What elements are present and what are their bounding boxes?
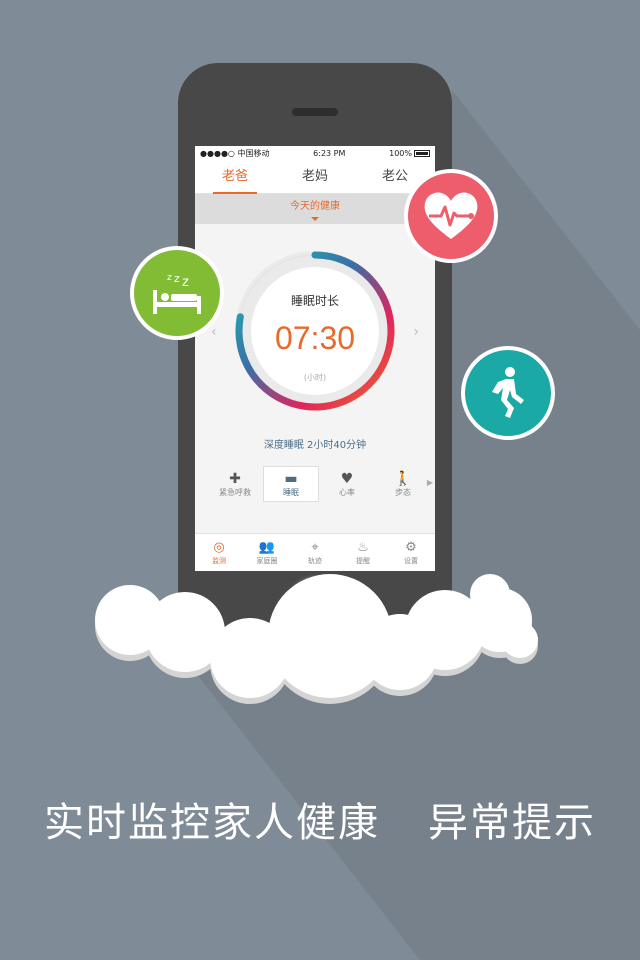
tab-label: 提醒 <box>356 556 370 565</box>
svg-text:z: z <box>182 275 189 290</box>
sleep-duration-value: 07:30 <box>274 320 356 356</box>
svg-text:z: z <box>167 273 172 283</box>
status-time: 6:23 PM <box>313 149 346 158</box>
tab-track[interactable]: ⌖ 轨迹 <box>291 534 339 571</box>
marketing-tagline: 实时监控家人健康 异常提示 <box>0 790 640 848</box>
reminder-icon: ♨ <box>357 539 369 555</box>
metric-gait[interactable]: 🚶 步态 <box>375 466 431 502</box>
gait-badge <box>461 346 555 440</box>
tab-label: 设置 <box>404 556 418 565</box>
tab-mom[interactable]: 老妈 <box>275 161 355 193</box>
tab-dad[interactable]: 老爸 <box>195 161 275 194</box>
sleep-badge: z z z <box>130 246 224 340</box>
metric-heart-rate[interactable]: ♥ 心率 <box>319 466 375 502</box>
tab-reminder[interactable]: ♨ 提醒 <box>339 534 387 571</box>
date-selector[interactable]: 今天的健康 <box>195 194 435 224</box>
metric-sleep[interactable]: ▬ 睡眠 <box>263 466 319 502</box>
family-icon: 👥 <box>258 539 276 555</box>
tab-family-circle[interactable]: 👥 家庭圈 <box>243 534 291 571</box>
battery-icon <box>414 150 430 157</box>
heart-pulse-icon <box>424 192 478 239</box>
metric-emergency[interactable]: ✚ 紧急呼救 <box>207 466 263 502</box>
status-bar: ●●●●○ 中国移动 6:23 PM 100% <box>195 146 435 161</box>
location-icon: ⌖ <box>311 539 319 555</box>
date-selector-label: 今天的健康 <box>290 201 340 212</box>
bed-zzz-icon: z z z <box>153 272 201 314</box>
dial-title: 睡眠时长 <box>290 294 339 308</box>
tagline-part1: 实时监控家人健康 <box>44 800 380 846</box>
phone-earpiece <box>292 108 338 116</box>
sleep-dial-panel: ‹ › 睡眠时长 07:30 (小时) 深度睡眠 2小时40分钟 <box>195 224 435 454</box>
gear-icon: ⚙ <box>405 539 417 555</box>
plus-icon: ✚ <box>229 470 241 487</box>
metric-label: 心率 <box>339 487 355 497</box>
heart-icon: ♥ <box>340 470 354 487</box>
battery-indicator: 100% <box>389 149 430 158</box>
family-tabs: 老爸 老妈 老公 <box>195 161 435 194</box>
deep-sleep-summary: 深度睡眠 2小时40分钟 <box>263 440 367 451</box>
svg-text:z: z <box>174 272 180 285</box>
metric-label: 紧急呼救 <box>219 487 251 497</box>
bed-icon: ▬ <box>284 470 298 487</box>
metric-selector: ✚ 紧急呼救 ▬ 睡眠 ♥ 心率 🚶 步态 ▶ <box>195 454 435 514</box>
sleep-duration-unit: (小时) <box>303 373 327 382</box>
tagline-part2: 异常提示 <box>428 800 596 846</box>
bottom-tab-bar: ◎ 监测 👥 家庭圈 ⌖ 轨迹 ♨ 提醒 ⚙ 设置 <box>195 533 435 571</box>
tab-label: 轨迹 <box>308 556 322 565</box>
metric-label: 步态 <box>395 487 411 497</box>
walk-icon: 🚶 <box>394 470 412 487</box>
heart-rate-badge <box>404 169 498 263</box>
walk-icon <box>492 367 524 418</box>
app-screen: ●●●●○ 中国移动 6:23 PM 100% 老爸 老妈 老公 今天的健康 ‹… <box>195 146 435 571</box>
tab-monitor[interactable]: ◎ 监测 <box>195 534 243 571</box>
monitor-icon: ◎ <box>213 539 225 555</box>
tab-settings[interactable]: ⚙ 设置 <box>387 534 435 571</box>
cloud-decoration <box>95 574 538 704</box>
tab-label: 家庭圈 <box>256 556 278 565</box>
carrier-label: ●●●●○ 中国移动 <box>200 149 270 158</box>
battery-percent: 100% <box>389 149 412 158</box>
caret-down-icon <box>311 217 319 221</box>
metric-label: 睡眠 <box>283 487 299 497</box>
more-arrow-icon[interactable]: ▶ <box>427 478 433 487</box>
tab-label: 监测 <box>212 556 226 565</box>
